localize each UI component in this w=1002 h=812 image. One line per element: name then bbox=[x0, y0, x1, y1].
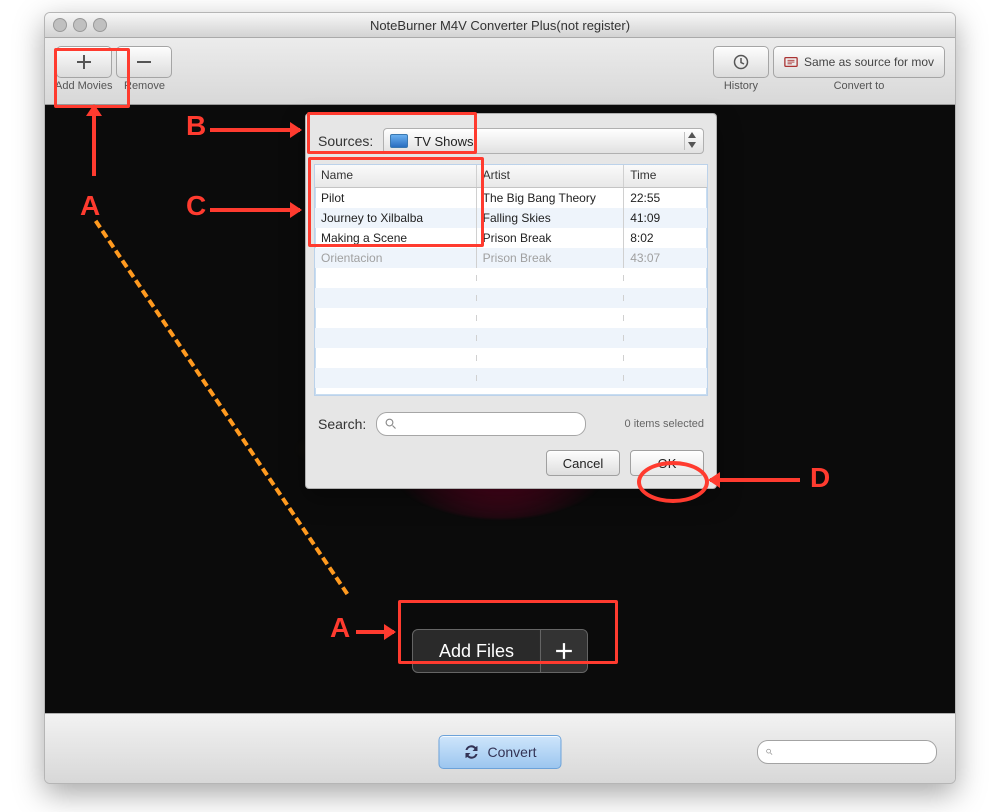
convert-to-value: Same as source for mov bbox=[804, 55, 934, 69]
search-icon bbox=[766, 746, 773, 758]
history-button[interactable] bbox=[713, 46, 769, 78]
table-row bbox=[315, 328, 707, 348]
bottom-bar: Convert bbox=[45, 713, 955, 784]
modal-search-input[interactable] bbox=[401, 416, 585, 432]
annotation-arrow-a2 bbox=[356, 630, 394, 634]
cell-time: 22:55 bbox=[624, 188, 707, 208]
cell-name: Orientacion bbox=[315, 248, 477, 268]
annotation-label-b: B bbox=[186, 110, 206, 142]
annotation-box-namecol bbox=[308, 157, 484, 247]
history-label: History bbox=[724, 80, 758, 92]
annotation-arrow-c bbox=[210, 208, 300, 212]
cell-artist: Prison Break bbox=[477, 248, 625, 268]
annotation-label-d: D bbox=[810, 462, 830, 494]
convert-label: Convert bbox=[487, 744, 536, 760]
annotation-box-sources bbox=[307, 112, 477, 154]
table-row bbox=[315, 368, 707, 388]
table-row bbox=[315, 308, 707, 328]
modal-search-label: Search: bbox=[318, 416, 366, 432]
cell-artist: Prison Break bbox=[477, 228, 625, 248]
history-group: History bbox=[713, 46, 769, 92]
cell-time: 43:07 bbox=[624, 248, 707, 268]
clock-icon bbox=[733, 54, 749, 70]
annotation-box-add-movies bbox=[54, 48, 130, 108]
bottom-search[interactable] bbox=[757, 740, 937, 764]
table-row[interactable]: OrientacionPrison Break43:07 bbox=[315, 248, 707, 268]
close-window-button[interactable] bbox=[53, 18, 67, 32]
convert-to-label: Convert to bbox=[834, 80, 885, 92]
app-window: NoteBurner M4V Converter Plus(not regist… bbox=[44, 12, 956, 784]
minus-icon bbox=[136, 54, 152, 70]
minimize-window-button[interactable] bbox=[73, 18, 87, 32]
convert-icon bbox=[463, 744, 479, 760]
cell-time: 41:09 bbox=[624, 208, 707, 228]
toolbar: Add Movies Remove History Same as source… bbox=[45, 38, 955, 105]
table-row bbox=[315, 268, 707, 288]
annotation-label-a1: A bbox=[80, 190, 100, 222]
col-header-time[interactable]: Time bbox=[624, 165, 707, 187]
cancel-button[interactable]: Cancel bbox=[546, 450, 620, 476]
modal-search[interactable] bbox=[376, 412, 586, 436]
cell-artist: The Big Bang Theory bbox=[477, 188, 625, 208]
items-selected-label: 0 items selected bbox=[625, 418, 704, 430]
window-title: NoteBurner M4V Converter Plus(not regist… bbox=[45, 18, 955, 33]
convert-button[interactable]: Convert bbox=[438, 735, 561, 769]
cell-time: 8:02 bbox=[624, 228, 707, 248]
col-header-artist[interactable]: Artist bbox=[477, 165, 625, 187]
annotation-label-c: C bbox=[186, 190, 206, 222]
annotation-arrow-a1 bbox=[92, 106, 96, 176]
bottom-search-input[interactable] bbox=[777, 744, 936, 760]
annotation-arrow-b bbox=[210, 128, 300, 132]
chevron-updown-icon bbox=[684, 132, 699, 150]
cell-artist: Falling Skies bbox=[477, 208, 625, 228]
convert-to-dropdown[interactable]: Same as source for mov bbox=[773, 46, 945, 78]
titlebar: NoteBurner M4V Converter Plus(not regist… bbox=[45, 13, 955, 38]
preset-icon bbox=[784, 55, 798, 69]
search-icon bbox=[385, 418, 397, 430]
remove-label: Remove bbox=[124, 80, 165, 92]
modal-search-row: Search: 0 items selected bbox=[306, 408, 716, 450]
table-row bbox=[315, 288, 707, 308]
annotation-label-a2: A bbox=[330, 612, 350, 644]
table-row bbox=[315, 348, 707, 368]
annotation-arrow-d bbox=[710, 478, 800, 482]
window-controls bbox=[53, 18, 107, 32]
zoom-window-button[interactable] bbox=[93, 18, 107, 32]
convert-to-group: Same as source for mov Convert to bbox=[773, 46, 945, 92]
annotation-box-addfiles bbox=[398, 600, 618, 664]
annotation-ellipse-ok bbox=[637, 461, 709, 503]
